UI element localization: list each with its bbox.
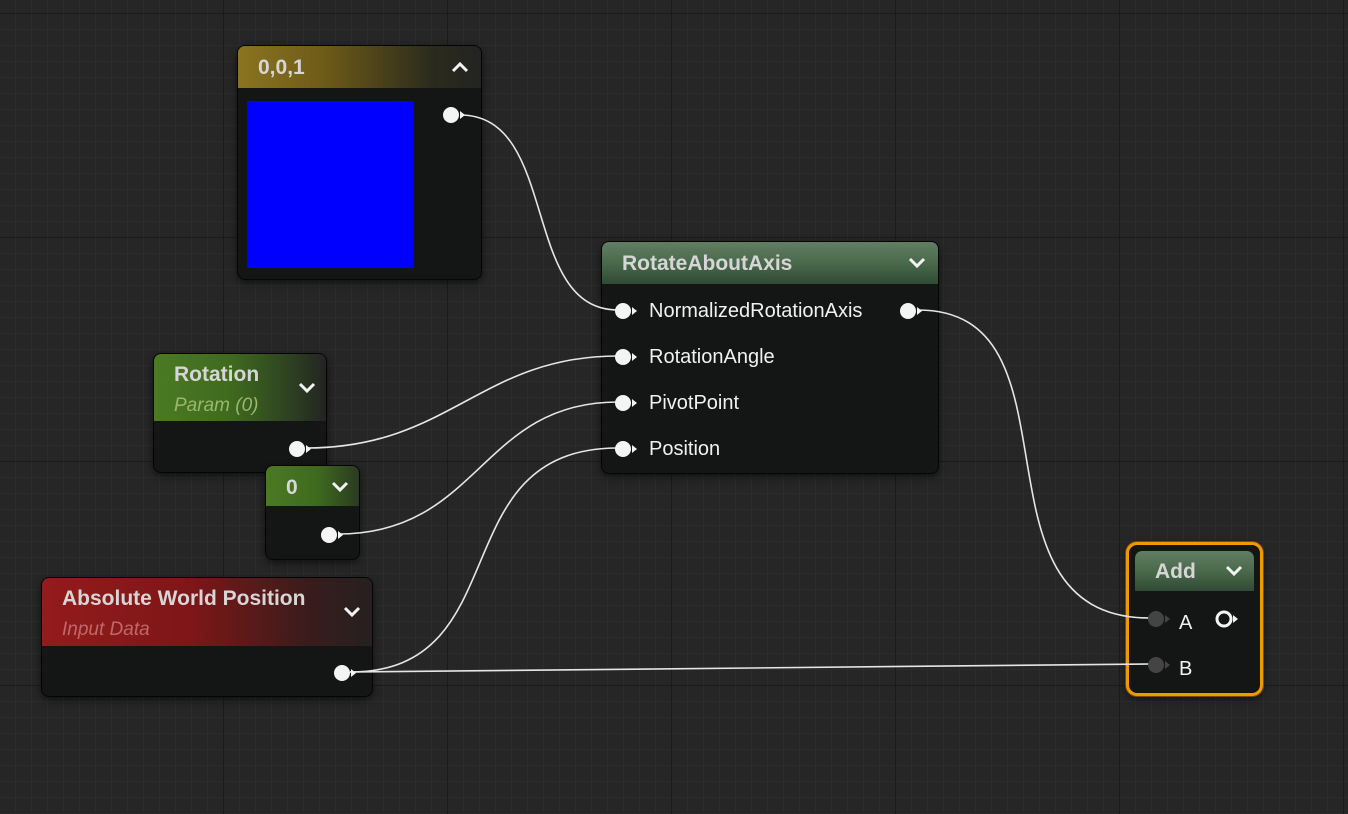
node-title: Add (1155, 560, 1196, 583)
input-pin-rotation-angle[interactable] (613, 348, 639, 366)
wire-rotate-to-add-a (917, 309, 1151, 619)
node-subtitle: Param (0) (174, 395, 259, 416)
wire-awp-to-position (349, 447, 619, 673)
node-header[interactable]: Rotation Param (0) (154, 354, 326, 421)
chevron-down-icon[interactable] (297, 381, 317, 395)
input-label-a: A (1179, 612, 1193, 634)
node-title: 0 (286, 476, 298, 499)
output-pin[interactable] (319, 526, 345, 544)
color-swatch (247, 101, 414, 268)
input-label-rotation-angle: RotationAngle (649, 346, 775, 368)
input-label-position: Position (649, 438, 721, 460)
node-title: Rotation (174, 363, 260, 386)
output-pin[interactable] (1214, 610, 1240, 628)
node-header[interactable]: 0,0,1 (238, 46, 481, 88)
constant3-node[interactable]: 0,0,1 (237, 45, 482, 280)
node-header[interactable]: RotateAboutAxis (602, 242, 938, 284)
input-pin-position[interactable] (613, 440, 639, 458)
node-title: RotateAboutAxis (622, 252, 793, 275)
output-pin[interactable] (898, 302, 924, 320)
rotate-about-axis-node[interactable]: RotateAboutAxis NormalizedRotationAxis R… (601, 241, 939, 474)
output-pin[interactable] (441, 106, 467, 124)
chevron-down-icon[interactable] (907, 256, 927, 270)
output-pin[interactable] (332, 664, 358, 682)
wire-awp-to-add-b (349, 663, 1151, 673)
input-pin-normalized-rotation-axis[interactable] (613, 302, 639, 320)
input-pin-a[interactable] (1146, 610, 1172, 628)
input-pin-b[interactable] (1146, 656, 1172, 674)
chevron-down-icon[interactable] (330, 480, 350, 494)
wire-constant3-to-axis (459, 114, 619, 311)
node-header[interactable]: 0 (266, 466, 359, 506)
input-label-b: B (1179, 658, 1193, 680)
constant-zero-node[interactable]: 0 (265, 465, 360, 560)
node-title: Absolute World Position (62, 587, 306, 610)
chevron-down-icon[interactable] (1224, 564, 1244, 578)
node-subtitle: Input Data (62, 619, 150, 640)
node-title: 0,0,1 (258, 56, 305, 79)
input-label-pivot-point: PivotPoint (649, 392, 740, 414)
wire-rotation-to-angle (305, 355, 619, 449)
node-header[interactable]: Add (1135, 551, 1254, 591)
output-pin[interactable] (287, 440, 313, 458)
absolute-world-position-node[interactable]: Absolute World Position Input Data (41, 577, 373, 697)
chevron-down-icon[interactable] (342, 605, 362, 619)
input-label-normalized-rotation-axis: NormalizedRotationAxis (649, 300, 863, 322)
wire-zero-to-pivot (337, 401, 619, 535)
chevron-up-icon[interactable] (450, 60, 470, 74)
node-header[interactable]: Absolute World Position Input Data (42, 578, 372, 646)
input-pin-pivot-point[interactable] (613, 394, 639, 412)
